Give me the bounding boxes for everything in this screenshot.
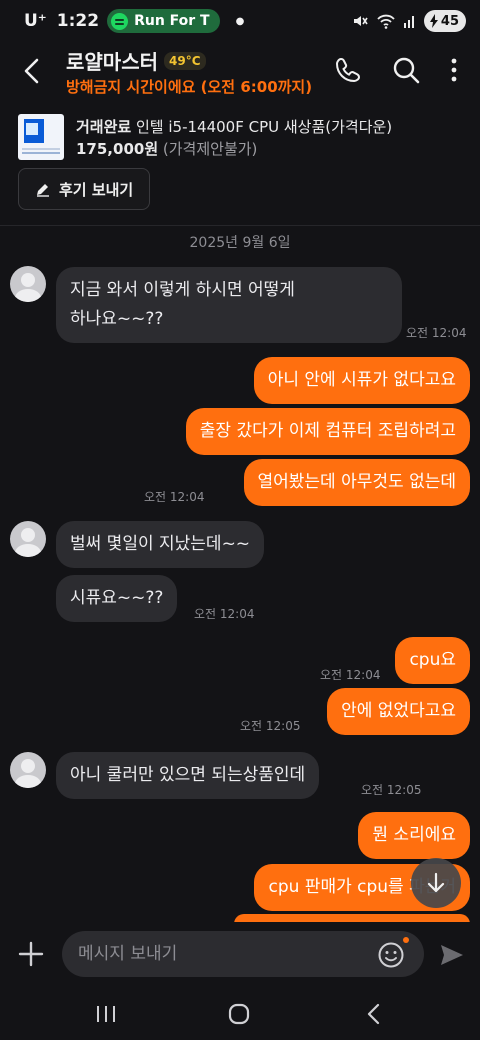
- search-icon[interactable]: [390, 54, 422, 86]
- phone-icon[interactable]: [332, 54, 364, 86]
- do-not-disturb-notice: 방해금지 시간이에요 (오전 6:00까지): [66, 78, 313, 96]
- signal-icon: [403, 16, 414, 28]
- title-row: 로얄마스터 49°C: [66, 46, 206, 75]
- message-bubble-out[interactable]: 아니 안에 시퓨가 없다고요: [253, 357, 470, 404]
- seller-name[interactable]: 로얄마스터: [66, 46, 158, 75]
- send-review-button[interactable]: 후기 보내기: [18, 168, 151, 210]
- message-bubble-in[interactable]: 아니 쿨러만 있으면 되는상품인데: [56, 752, 320, 799]
- message-bubble-in[interactable]: 시퓨요~~??: [56, 575, 178, 622]
- message-time: 오전 12:04: [406, 326, 467, 340]
- plus-icon[interactable]: [17, 940, 45, 968]
- product-card[interactable]: 거래완료 인텔 i5-14400F CPU 새상품(가격다운) 175,000원…: [0, 108, 480, 226]
- send-icon[interactable]: [438, 941, 466, 969]
- message-time: 오전 12:04: [144, 490, 205, 504]
- product-thumbnail[interactable]: [18, 114, 64, 160]
- scroll-to-bottom-button[interactable]: [411, 858, 461, 908]
- recent-apps-icon[interactable]: [92, 1002, 120, 1026]
- media-pill[interactable]: Run For T: [107, 9, 220, 33]
- nav-back-icon[interactable]: [360, 1002, 388, 1026]
- message-time: 오전 12:04: [194, 607, 255, 621]
- composer: [0, 922, 480, 990]
- battery-level: 45: [440, 13, 459, 29]
- product-name: 인텔 i5-14400F CPU 새상품(가격다운): [135, 118, 393, 136]
- status-bar: U⁺ 1:22 Run For T ● 45: [0, 0, 480, 42]
- home-icon[interactable]: [225, 1002, 253, 1026]
- message-time: 오전 12:05: [240, 719, 301, 733]
- emoji-icon[interactable]: [377, 941, 405, 969]
- send-review-label: 후기 보내기: [59, 180, 134, 199]
- message-bubble-out[interactable]: 뭔 소리에요: [358, 812, 470, 859]
- clock: 1:22: [56, 11, 100, 31]
- notification-dot-icon: ●: [235, 15, 245, 27]
- message-bubble-in[interactable]: 지금 와서 이렇게 하시면 어떻게 하나요~~??: [56, 267, 402, 343]
- battery-indicator: 45: [423, 10, 466, 32]
- charging-bolt-icon: [429, 14, 438, 28]
- media-pill-label: Run For T: [134, 13, 210, 29]
- avatar[interactable]: [10, 521, 46, 557]
- avatar[interactable]: [10, 266, 46, 302]
- message-time: 오전 12:04: [320, 668, 381, 682]
- avatar[interactable]: [10, 752, 46, 788]
- arrow-down-icon: [427, 872, 445, 893]
- trade-status: 거래완료: [76, 118, 132, 136]
- message-time: 오전 12:05: [361, 783, 422, 797]
- message-bubble-in[interactable]: 벌써 몇일이 지났는데~~: [56, 521, 265, 568]
- more-icon[interactable]: [438, 54, 470, 86]
- mute-icon: [353, 16, 368, 26]
- price-note: (가격제안불가): [162, 140, 258, 158]
- message-bubble-out[interactable]: cpu요: [395, 637, 470, 684]
- new-badge-dot: [403, 937, 409, 943]
- carrier-label: U⁺: [24, 11, 47, 31]
- date-divider: 2025년 9월 6일: [189, 235, 291, 251]
- message-bubble-out[interactable]: 출장 갔다가 이제 컴퓨터 조립하려고: [185, 408, 470, 455]
- product-price: 175,000원: [76, 140, 159, 158]
- pencil-icon: [37, 184, 49, 197]
- message-bubble-out[interactable]: 안에 없었다고요: [327, 688, 470, 735]
- wifi-icon: [377, 14, 395, 29]
- spotify-icon: [111, 12, 129, 30]
- product-price-row: 175,000원 (가격제안불가): [76, 138, 257, 159]
- message-input[interactable]: [62, 931, 424, 977]
- back-icon[interactable]: [18, 54, 48, 88]
- system-nav-bar: [0, 990, 480, 1040]
- chat-header: 로얄마스터 49°C 방해금지 시간이에요 (오전 6:00까지): [0, 42, 480, 100]
- message-bubble-out[interactable]: 열어봤는데 아무것도 없는데: [243, 459, 470, 506]
- product-title-row: 거래완료 인텔 i5-14400F CPU 새상품(가격다운): [76, 116, 392, 137]
- manner-temperature-badge: 49°C: [164, 51, 206, 70]
